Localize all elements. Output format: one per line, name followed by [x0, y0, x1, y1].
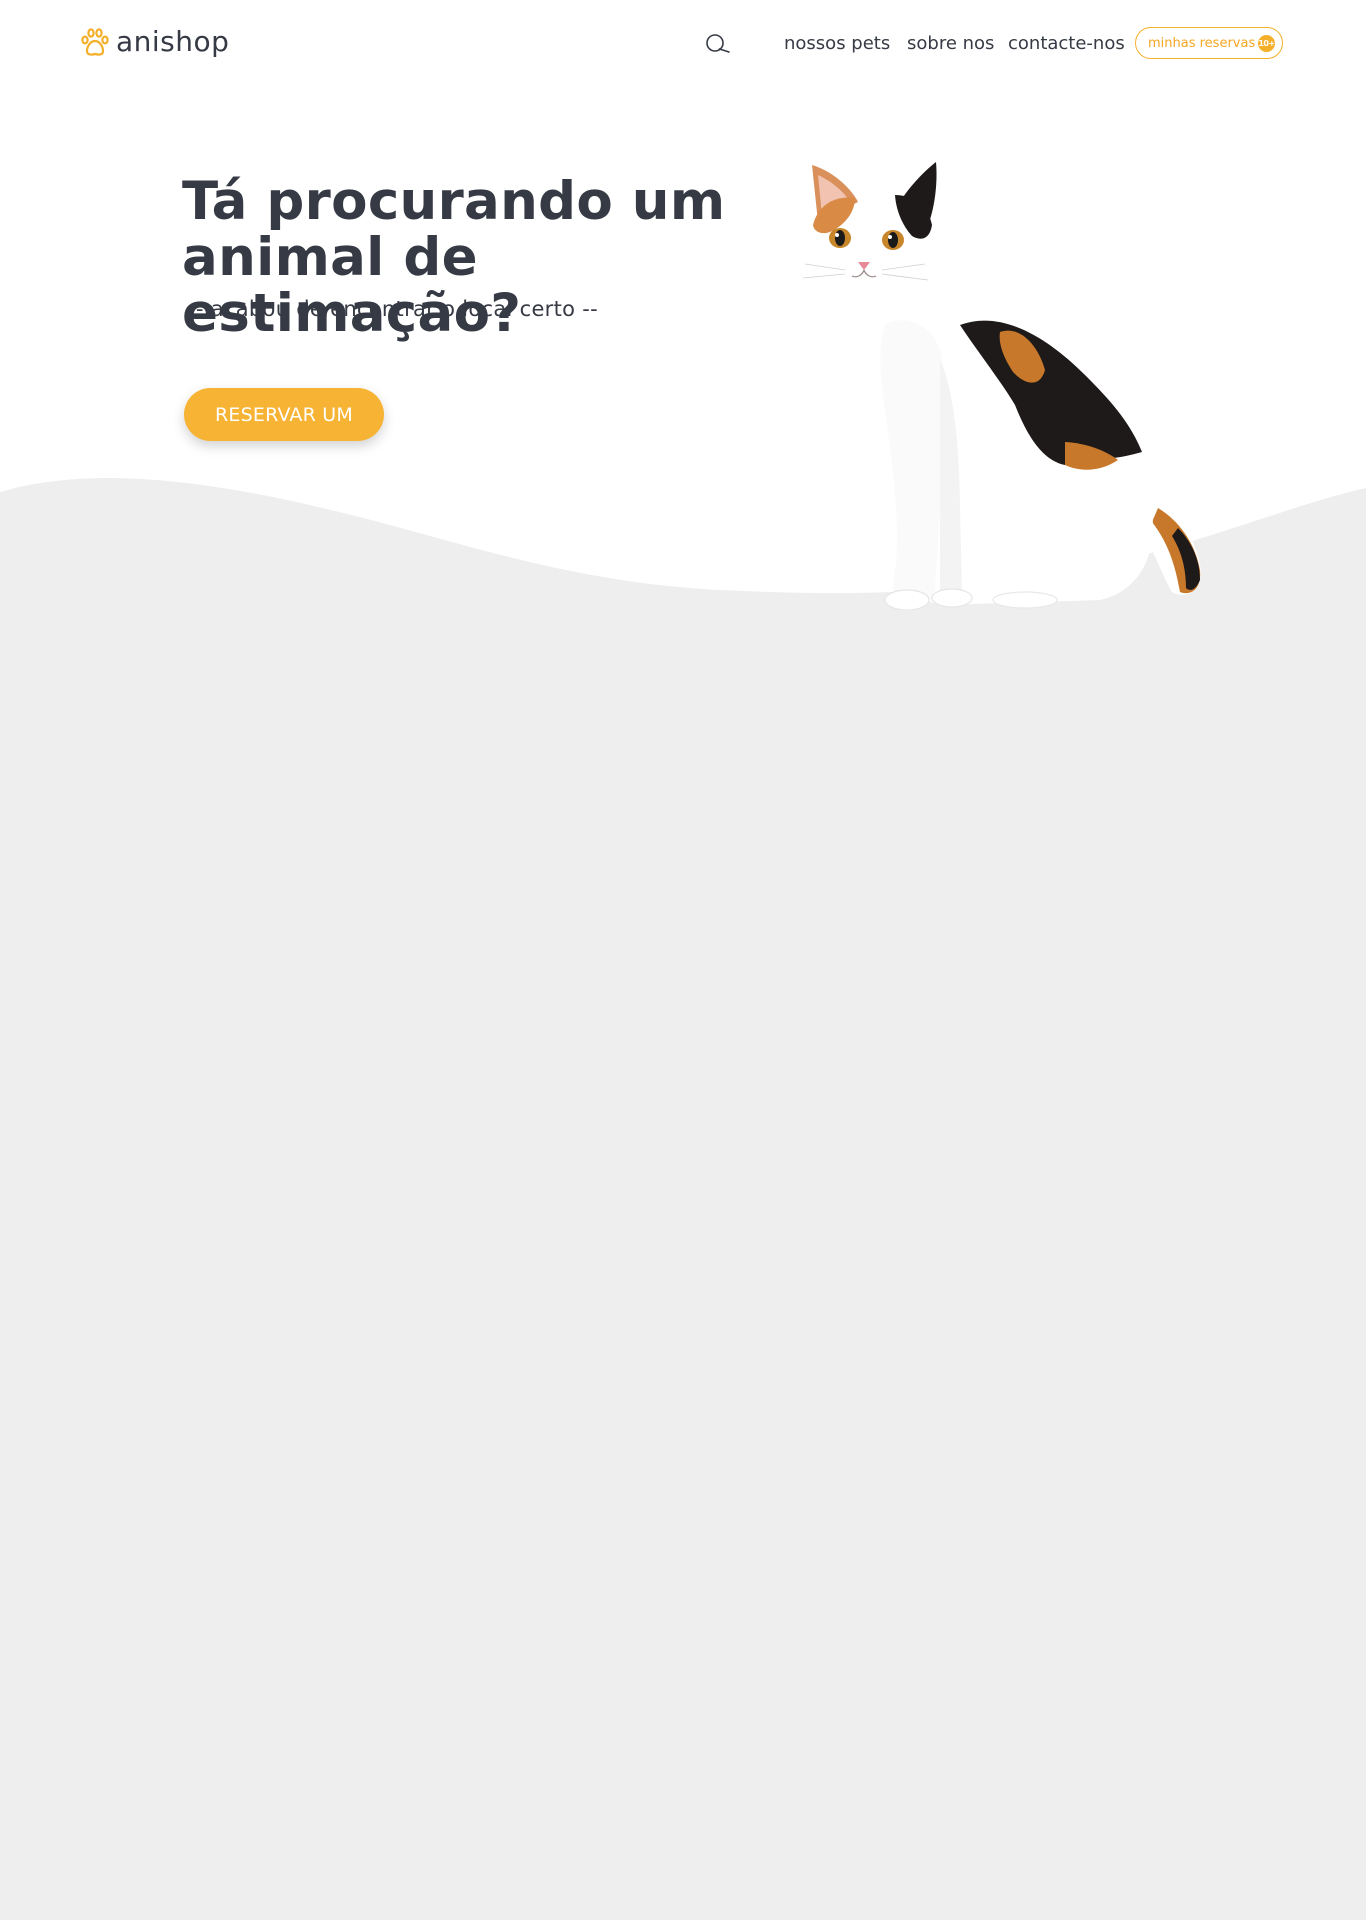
reserve-button[interactable]: RESERVAR UM — [184, 388, 384, 441]
nav-link-pets[interactable]: nossos pets — [784, 33, 890, 55]
hero-subtitle: -- acabou de encontrar o local certo -- — [188, 297, 599, 321]
calico-cat-image — [802, 162, 1201, 610]
my-reservations-button[interactable]: minhas reservas 10+ — [1135, 27, 1283, 59]
paw-icon — [81, 28, 109, 56]
reservations-label: minhas reservas — [1148, 35, 1256, 51]
reservations-count-badge: 10+ — [1258, 35, 1275, 52]
brand-logo[interactable]: anishop — [80, 26, 229, 58]
brand-name: anishop — [116, 25, 230, 58]
nav-link-contact[interactable]: contacte-nos — [1008, 33, 1125, 55]
nav-link-about[interactable]: sobre nos — [907, 33, 994, 55]
search-icon[interactable] — [705, 33, 731, 57]
